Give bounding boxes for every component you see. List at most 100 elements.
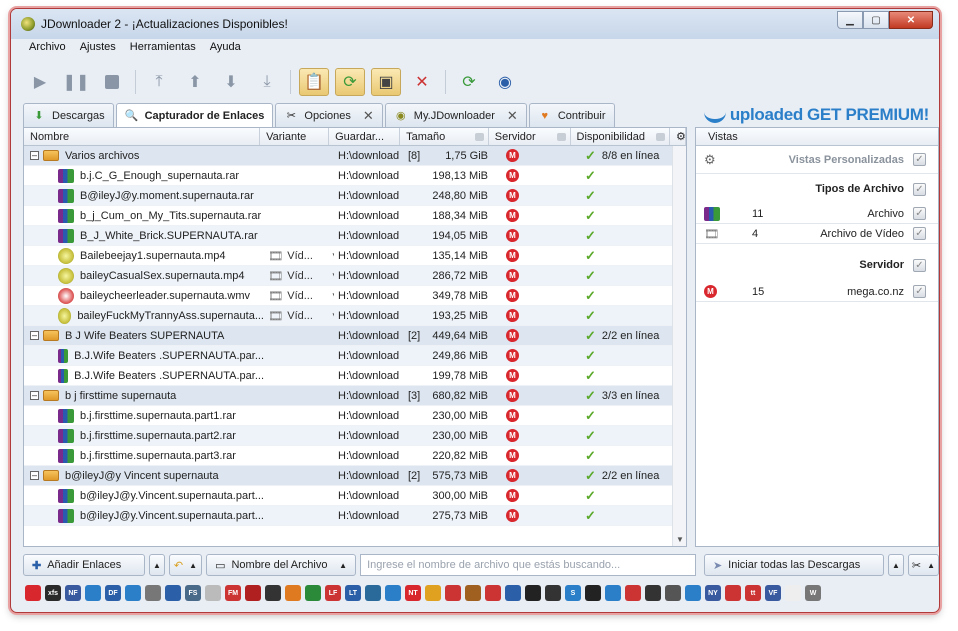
VF-icon[interactable]: VF (765, 585, 781, 601)
NY-icon[interactable]: NY (705, 585, 721, 601)
column-guardar[interactable]: Guardar... (329, 128, 401, 145)
variant-cell[interactable]: 🎞Víd...▼ (264, 306, 334, 326)
column-nombre[interactable]: Nombre (24, 128, 261, 145)
package-row[interactable]: – Varios archivos H:\download [8] 1,75 GiB M ✓… (24, 146, 686, 166)
search-input[interactable] (360, 554, 697, 576)
tt-icon[interactable]: tt (745, 585, 761, 601)
box-icon[interactable] (465, 585, 481, 601)
pause-icon[interactable]: ❚❚ (61, 68, 91, 96)
star-icon[interactable] (725, 585, 741, 601)
clipboard-observer-icon[interactable]: 📋 (299, 68, 329, 96)
package-row[interactable]: – B J Wife Beaters SUPERNAUTA H:\download [… (24, 326, 686, 346)
settings-button[interactable]: ✂ ▲ (907, 554, 939, 576)
table-row[interactable]: b@ileyJ@y.Vincent.supernauta.part... H:\d… (24, 486, 686, 506)
xfs-icon[interactable]: xfs (45, 585, 61, 601)
cross-icon[interactable] (485, 585, 501, 601)
play-icon[interactable] (545, 585, 561, 601)
column-disponibilidad[interactable]: Disponibilidad (571, 128, 670, 145)
tab-myjdownloader[interactable]: ◉ My.JDownloader ✕ (384, 103, 527, 127)
undo-button[interactable]: ↶ ▲ (168, 554, 203, 576)
column-settings-gear-icon[interactable]: ⚙ (670, 128, 686, 145)
cloud-icon[interactable] (285, 585, 301, 601)
auto-reconnect-icon[interactable]: ⟳ (335, 68, 365, 96)
menu-archivo[interactable]: Archivo (29, 41, 66, 59)
variant-cell[interactable]: 🎞Víd...▼ (264, 266, 334, 286)
move-bottom-icon[interactable]: ⤓ (252, 68, 282, 96)
server-checkbox[interactable]: ✓ (913, 258, 926, 272)
update-icon[interactable]: ⟳ (454, 68, 484, 96)
drop-icon[interactable] (385, 585, 401, 601)
filter-checkbox[interactable]: ✓ (913, 227, 926, 240)
start-dropdown-button[interactable]: ▲ (887, 554, 904, 576)
file-icon[interactable] (125, 585, 141, 601)
chain-icon[interactable] (165, 585, 181, 601)
custom-views-checkbox[interactable]: ✓ (913, 153, 926, 166)
NT-icon[interactable]: NT (405, 585, 421, 601)
table-row[interactable]: baileyFuckMyTrannyAss.supernauta... 🎞 Víd.… (24, 306, 686, 326)
collapse-icon[interactable]: – (30, 471, 39, 480)
premium-toggle-icon[interactable]: ▣ (371, 68, 401, 96)
search-icon[interactable] (205, 585, 221, 601)
collapse-icon[interactable]: – (30, 331, 39, 340)
table-row[interactable]: b.j.firsttime.supernauta.part1.rar H:\dow… (24, 406, 686, 426)
table-row[interactable]: B@ileyJ@y.moment.supernauta.rar H:\downlo… (24, 186, 686, 206)
close-button[interactable]: ✕ (889, 11, 933, 29)
NF-icon[interactable]: NF (65, 585, 81, 601)
circle-icon[interactable] (365, 585, 381, 601)
bird-icon[interactable] (445, 585, 461, 601)
slash-icon[interactable] (645, 585, 661, 601)
tab-capturador[interactable]: 🔍 Capturador de Enlaces (115, 103, 274, 127)
collapse-icon[interactable]: – (30, 151, 39, 160)
close-icon[interactable]: ✕ (363, 108, 374, 124)
filter-checkbox[interactable]: ✓ (913, 207, 926, 220)
cat-icon[interactable] (265, 585, 281, 601)
table-row[interactable]: b.j.firsttime.supernauta.part3.rar H:\dow… (24, 446, 686, 466)
add-links-button[interactable]: ✚ Añadir Enlaces (23, 554, 145, 576)
LF-icon[interactable]: LF (325, 585, 341, 601)
menu-ayuda[interactable]: Ayuda (210, 41, 241, 59)
tab-opciones[interactable]: ✂ Opciones ✕ (275, 103, 383, 127)
variant-cell[interactable]: 🎞Víd...▼ (264, 246, 334, 266)
move-up-icon[interactable]: ⬆ (180, 68, 210, 96)
add-links-dropdown-button[interactable]: ▲ (149, 554, 165, 576)
spiral-icon[interactable] (625, 585, 641, 601)
vertical-scrollbar[interactable]: ▼ (672, 146, 686, 546)
shield-icon[interactable] (245, 585, 261, 601)
collapse-icon[interactable]: – (30, 391, 39, 400)
f-icon[interactable] (145, 585, 161, 601)
move-down-icon[interactable]: ⬇ (216, 68, 246, 96)
coin-icon[interactable] (425, 585, 441, 601)
package-row[interactable]: – b j firsttime supernauta H:\download [3] 6… (24, 386, 686, 406)
c-icon[interactable] (665, 585, 681, 601)
DF-icon[interactable]: DF (105, 585, 121, 601)
scroll-down-icon[interactable]: ▼ (676, 535, 684, 544)
table-row[interactable]: b_j_Cum_on_My_Tits.supernauta.rar H:\down… (24, 206, 686, 226)
close-icon[interactable]: ✕ (507, 108, 518, 124)
maximize-button[interactable]: ▢ (863, 11, 889, 29)
table-row[interactable]: B.J.Wife Beaters .SUPERNAUTA.par... H:\do… (24, 346, 686, 366)
tab-descargas[interactable]: ⬇ Descargas (23, 103, 114, 127)
W-icon[interactable]: W (805, 585, 821, 601)
column-servidor[interactable]: Servidor (489, 128, 571, 145)
play-icon[interactable]: ▶ (25, 68, 55, 96)
down-icon[interactable] (605, 585, 621, 601)
move-top-icon[interactable]: ⤒ (144, 68, 174, 96)
table-row[interactable]: B_J_White_Brick.SUPERNAUTA.rar H:\downloa… (24, 226, 686, 246)
filter-checkbox[interactable]: ✓ (913, 285, 926, 298)
tab-contribuir[interactable]: ♥ Contribuir (528, 103, 615, 127)
table-row[interactable]: baileyCasualSex.supernauta.mp4 🎞Víd...▼ H:… (24, 266, 686, 286)
blank-icon[interactable] (785, 585, 801, 601)
column-variante[interactable]: Variante (260, 128, 330, 145)
LT-icon[interactable]: LT (345, 585, 361, 601)
start-all-downloads-button[interactable]: ➤ Iniciar todas las Descargas (703, 554, 884, 576)
file-types-checkbox[interactable]: ✓ (913, 182, 926, 196)
uploaded-premium-banner[interactable]: uploaded GET PREMIUM! (703, 104, 929, 126)
table-row[interactable]: b@ileyJ@y.Vincent.supernauta.part... H:\d… (24, 506, 686, 526)
reconnect-disable-icon[interactable]: ✕ (407, 68, 437, 96)
eye-icon[interactable] (585, 585, 601, 601)
filter-field-select[interactable]: ▭ Nombre del Archivo ▲ (206, 554, 357, 576)
package-row[interactable]: – b@ileyJ@y Vincent supernauta H:\download… (24, 466, 686, 486)
hat-icon[interactable] (305, 585, 321, 601)
table-row[interactable]: baileycheerleader.supernauta.wmv 🎞Víd...▼… (24, 286, 686, 306)
FM-icon[interactable]: FM (225, 585, 241, 601)
